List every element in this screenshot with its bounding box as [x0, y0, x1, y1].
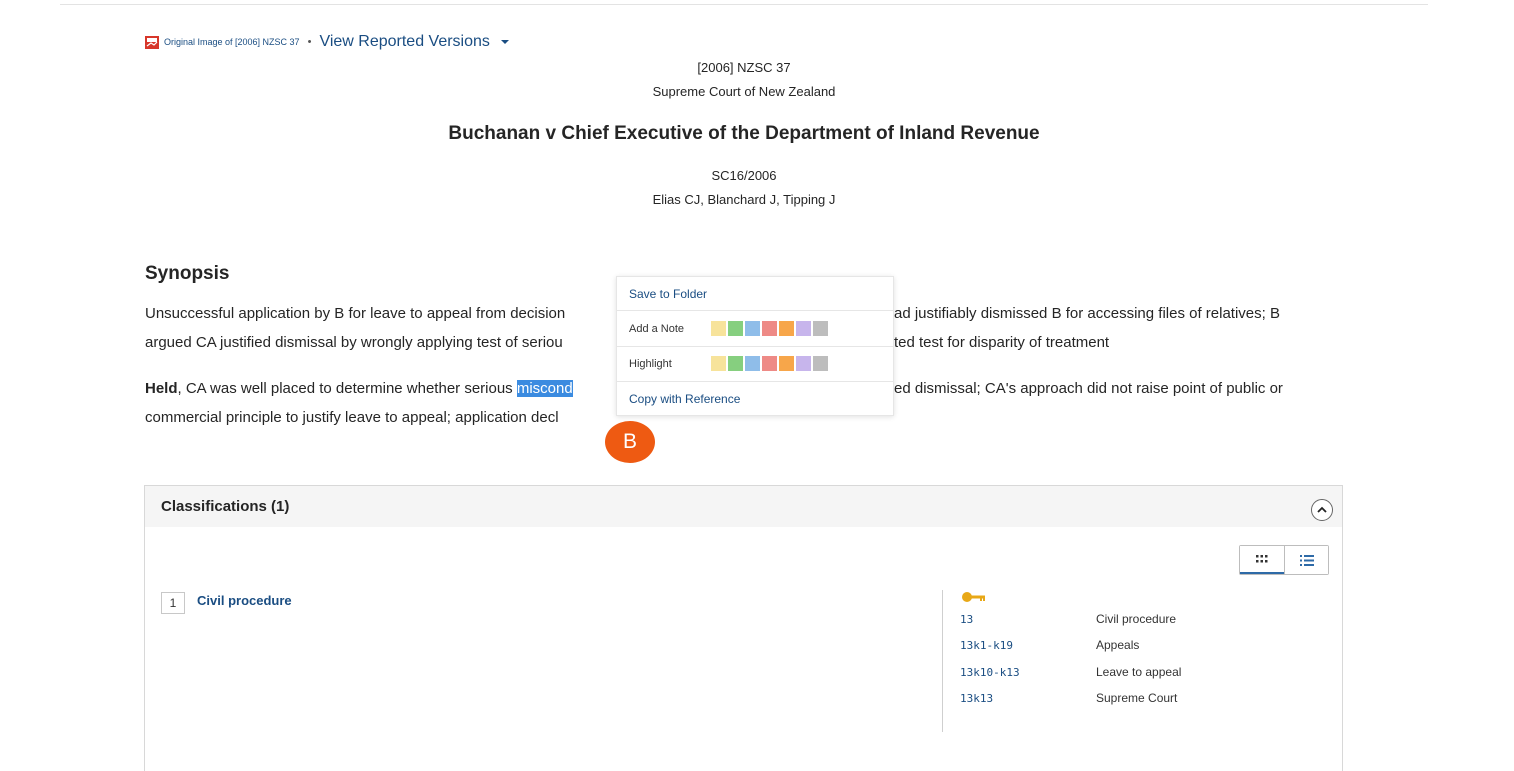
key-description: Civil procedure	[1096, 612, 1177, 626]
save-to-folder-button[interactable]: Save to Folder	[617, 277, 893, 310]
highlight-swatch-orange[interactable]	[779, 356, 794, 371]
court-name: Supreme Court of New Zealand	[652, 84, 836, 99]
step-badge: B	[605, 421, 655, 463]
highlight-swatch-green[interactable]	[728, 356, 743, 371]
note-swatch-red[interactable]	[762, 321, 777, 336]
highlight-label: Highlight	[629, 358, 672, 370]
classification-number: 1	[161, 592, 185, 614]
highlight-swatch-red[interactable]	[762, 356, 777, 371]
held-line-2: commercial principle to justify leave to…	[145, 409, 559, 426]
synopsis-line-2-right: ted test for disparity of treatment	[894, 334, 1110, 351]
key-description: Appeals	[1096, 638, 1140, 652]
original-image-link[interactable]: Original Image of [2006] NZSC 37	[164, 37, 300, 47]
synopsis-line-1-right: ad justifiably dismissed B for accessing…	[894, 305, 1280, 322]
classifications-title: Classifications (1)	[161, 498, 290, 515]
held-paragraph: Held, CA was well placed to determine wh…	[145, 380, 573, 397]
add-note-label: Add a Note	[629, 322, 685, 335]
synopsis-line-2-left: argued CA justified dismissal by wrongly…	[145, 334, 563, 351]
highlight-swatch-blue[interactable]	[745, 356, 760, 371]
key-number-link[interactable]: 13k10-k13	[960, 666, 1020, 679]
view-toggle	[1239, 545, 1329, 575]
held-text: , CA was well placed to determine whethe…	[177, 380, 517, 397]
note-swatch-yellow[interactable]	[711, 321, 726, 336]
key-description: Supreme Court	[1096, 691, 1178, 705]
classifications-panel: Classifications (1) 1 Civil procedure 13…	[144, 485, 1343, 771]
highlight-swatch-yellow[interactable]	[711, 356, 726, 371]
grid-icon	[1256, 554, 1268, 562]
chevron-up-icon	[1317, 506, 1327, 513]
held-label: Held	[145, 380, 178, 397]
chevron-down-icon	[501, 39, 510, 44]
selection-context-menu: Save to Folder Add a Note Highlight Copy…	[616, 276, 894, 416]
judges: Elias CJ, Blanchard J, Tipping J	[652, 192, 836, 207]
classification-link[interactable]: Civil procedure	[197, 593, 292, 608]
pdf-icon[interactable]	[145, 35, 159, 49]
synopsis-line-1-left: Unsuccessful application by B for leave …	[145, 305, 566, 322]
note-swatch-orange[interactable]	[779, 321, 794, 336]
highlight-swatch-grey[interactable]	[813, 356, 828, 371]
note-swatch-purple[interactable]	[796, 321, 811, 336]
note-swatch-grey[interactable]	[813, 321, 828, 336]
classifications-header[interactable]: Classifications (1)	[145, 486, 1342, 527]
key-divider	[942, 590, 943, 732]
highlight-swatch-purple[interactable]	[796, 356, 811, 371]
highlight-color-swatches	[711, 356, 828, 371]
copy-with-reference-button[interactable]: Copy with Reference	[617, 382, 893, 416]
list-view-button[interactable]	[1284, 546, 1328, 574]
note-swatch-blue[interactable]	[745, 321, 760, 336]
key-description: Leave to appeal	[1096, 665, 1182, 679]
held-line-1-right: ed dismissal; CA's approach did not rais…	[894, 380, 1283, 397]
grid-view-button[interactable]	[1240, 546, 1284, 574]
list-icon	[1299, 554, 1314, 566]
key-number-link[interactable]: 13	[960, 613, 973, 626]
case-title: Buchanan v Chief Executive of the Depart…	[448, 123, 1040, 144]
case-number: SC16/2006	[711, 168, 777, 183]
view-reported-versions-label: View Reported Versions	[319, 33, 490, 50]
toolbar-separator: •	[307, 36, 312, 48]
document-toolbar: Original Image of [2006] NZSC 37 • View …	[145, 33, 510, 51]
key-icon	[962, 590, 986, 608]
view-reported-versions-dropdown[interactable]: View Reported Versions	[319, 33, 510, 51]
selected-text[interactable]: miscond	[516, 380, 573, 397]
top-divider	[60, 4, 1428, 5]
note-swatch-green[interactable]	[728, 321, 743, 336]
collapse-button[interactable]	[1311, 499, 1333, 521]
note-color-swatches	[711, 321, 828, 336]
key-number-link[interactable]: 13k1-k19	[960, 639, 1013, 652]
case-citation: [2006] NZSC 37	[697, 60, 791, 75]
synopsis-heading: Synopsis	[145, 263, 230, 284]
key-number-link[interactable]: 13k13	[960, 692, 993, 705]
